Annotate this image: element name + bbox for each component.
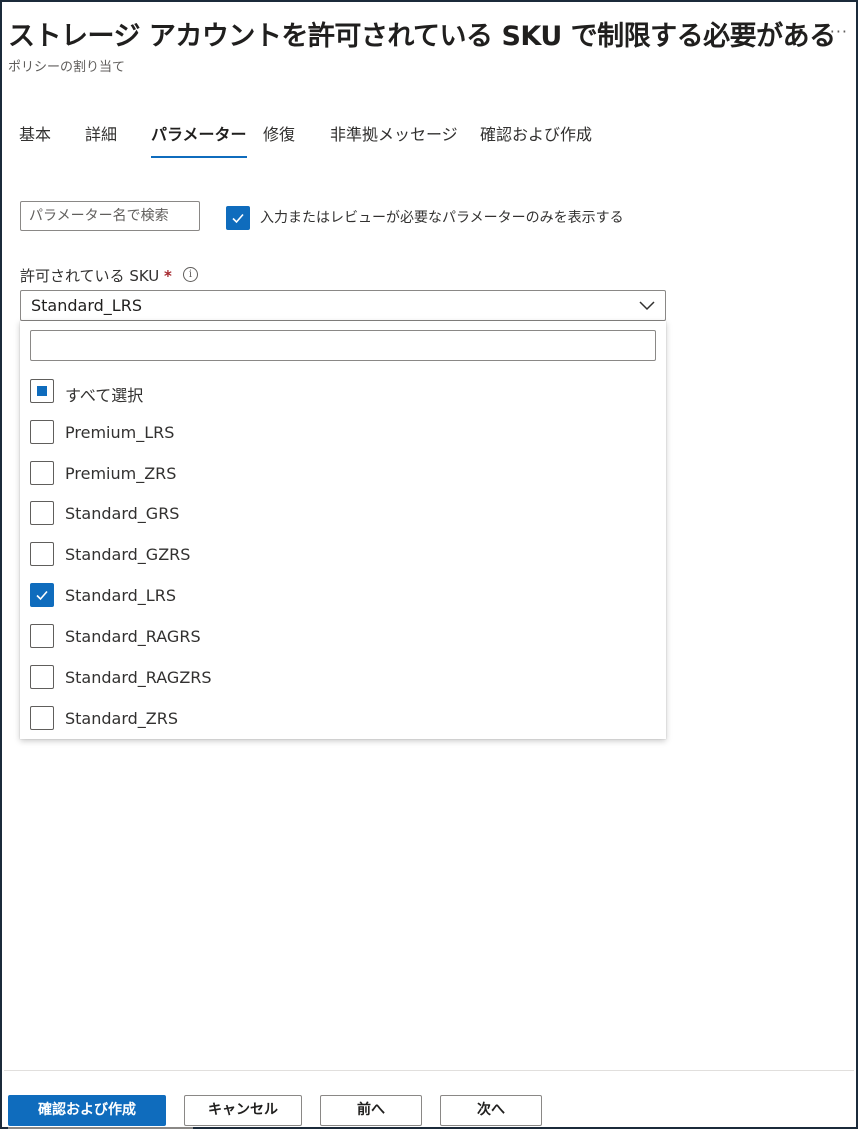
show-required-only-checkbox[interactable] — [226, 206, 250, 230]
sku-option-checkbox[interactable] — [30, 501, 54, 525]
partial-selection-indicator — [37, 386, 47, 396]
review-create-button[interactable]: 確認および作成 — [8, 1095, 166, 1126]
allowed-sku-dropdown[interactable]: Standard_LRS — [20, 290, 666, 321]
parameter-search-input[interactable] — [20, 201, 200, 231]
policy-assignment-window: ストレージ アカウントを許可されている SKU で制限する必要がある ポリシーの… — [0, 0, 858, 1129]
sku-option-label: Standard_RAGZRS — [65, 668, 212, 687]
sku-option-standard-ragzrs[interactable]: Standard_RAGZRS — [30, 665, 650, 691]
select-all-checkbox[interactable] — [30, 379, 54, 403]
sku-option-checkbox[interactable] — [30, 542, 54, 566]
sku-option-label: Standard_ZRS — [65, 709, 179, 728]
required-marker: * — [164, 267, 172, 285]
allowed-sku-label: 許可されている SKU * — [20, 265, 172, 286]
select-all-label: すべて選択 — [65, 386, 144, 405]
chevron-down-icon — [639, 301, 655, 311]
sku-option-label: Standard_LRS — [65, 586, 176, 605]
select-all-option[interactable]: すべて選択 — [30, 379, 650, 405]
cancel-button[interactable]: キャンセル — [184, 1095, 302, 1126]
sku-option-checkbox[interactable] — [30, 706, 54, 730]
sku-option-checkbox[interactable] — [30, 420, 54, 444]
sku-filter-input[interactable] — [30, 330, 656, 361]
sku-option-label: Standard_GZRS — [65, 545, 191, 564]
allowed-sku-selected-value: Standard_LRS — [31, 296, 142, 315]
sku-option-standard-gzrs[interactable]: Standard_GZRS — [30, 542, 650, 568]
show-required-only-label: 入力またはレビューが必要なパラメーターのみを表示する — [260, 210, 624, 226]
sku-option-label: Standard_RAGRS — [65, 627, 201, 646]
tab-parameters[interactable]: パラメーター — [151, 124, 247, 158]
sku-option-standard-zrs[interactable]: Standard_ZRS — [30, 706, 650, 732]
sku-option-label: Premium_LRS — [65, 423, 175, 442]
tab-remediation[interactable]: 修復 — [263, 124, 295, 158]
tab-non-compliance-messages[interactable]: 非準拠メッセージ — [330, 124, 458, 158]
tab-basics[interactable]: 基本 — [19, 124, 51, 158]
info-icon[interactable]: i — [183, 267, 198, 282]
previous-button[interactable]: 前へ — [320, 1095, 422, 1126]
more-options-icon[interactable]: ··· — [830, 22, 848, 41]
tab-review-create[interactable]: 確認および作成 — [480, 124, 592, 158]
sku-option-standard-lrs[interactable]: Standard_LRS — [30, 583, 650, 609]
sku-option-standard-ragrs[interactable]: Standard_RAGRS — [30, 624, 650, 650]
sku-option-label: Standard_GRS — [65, 504, 180, 523]
sku-option-premium-lrs[interactable]: Premium_LRS — [30, 420, 650, 446]
sku-options-panel: すべて選択 Premium_LRS Premium_ZRS Standard_G… — [20, 321, 666, 739]
footer-divider — [4, 1070, 854, 1071]
checkmark-icon — [36, 590, 48, 601]
next-button[interactable]: 次へ — [440, 1095, 542, 1126]
allowed-sku-label-text: 許可されている SKU — [20, 267, 160, 285]
sku-option-checkbox[interactable] — [30, 624, 54, 648]
tab-advanced[interactable]: 詳細 — [85, 124, 117, 158]
sku-option-standard-grs[interactable]: Standard_GRS — [30, 501, 650, 527]
sku-option-premium-zrs[interactable]: Premium_ZRS — [30, 461, 650, 487]
sku-option-label: Premium_ZRS — [65, 464, 177, 483]
sku-option-checkbox[interactable] — [30, 665, 54, 689]
page-subtitle: ポリシーの割り当て — [8, 60, 126, 75]
checkmark-icon — [232, 213, 244, 224]
page-title: ストレージ アカウントを許可されている SKU で制限する必要がある — [8, 21, 836, 52]
sku-option-checkbox[interactable] — [30, 461, 54, 485]
sku-option-checkbox[interactable] — [30, 583, 54, 607]
